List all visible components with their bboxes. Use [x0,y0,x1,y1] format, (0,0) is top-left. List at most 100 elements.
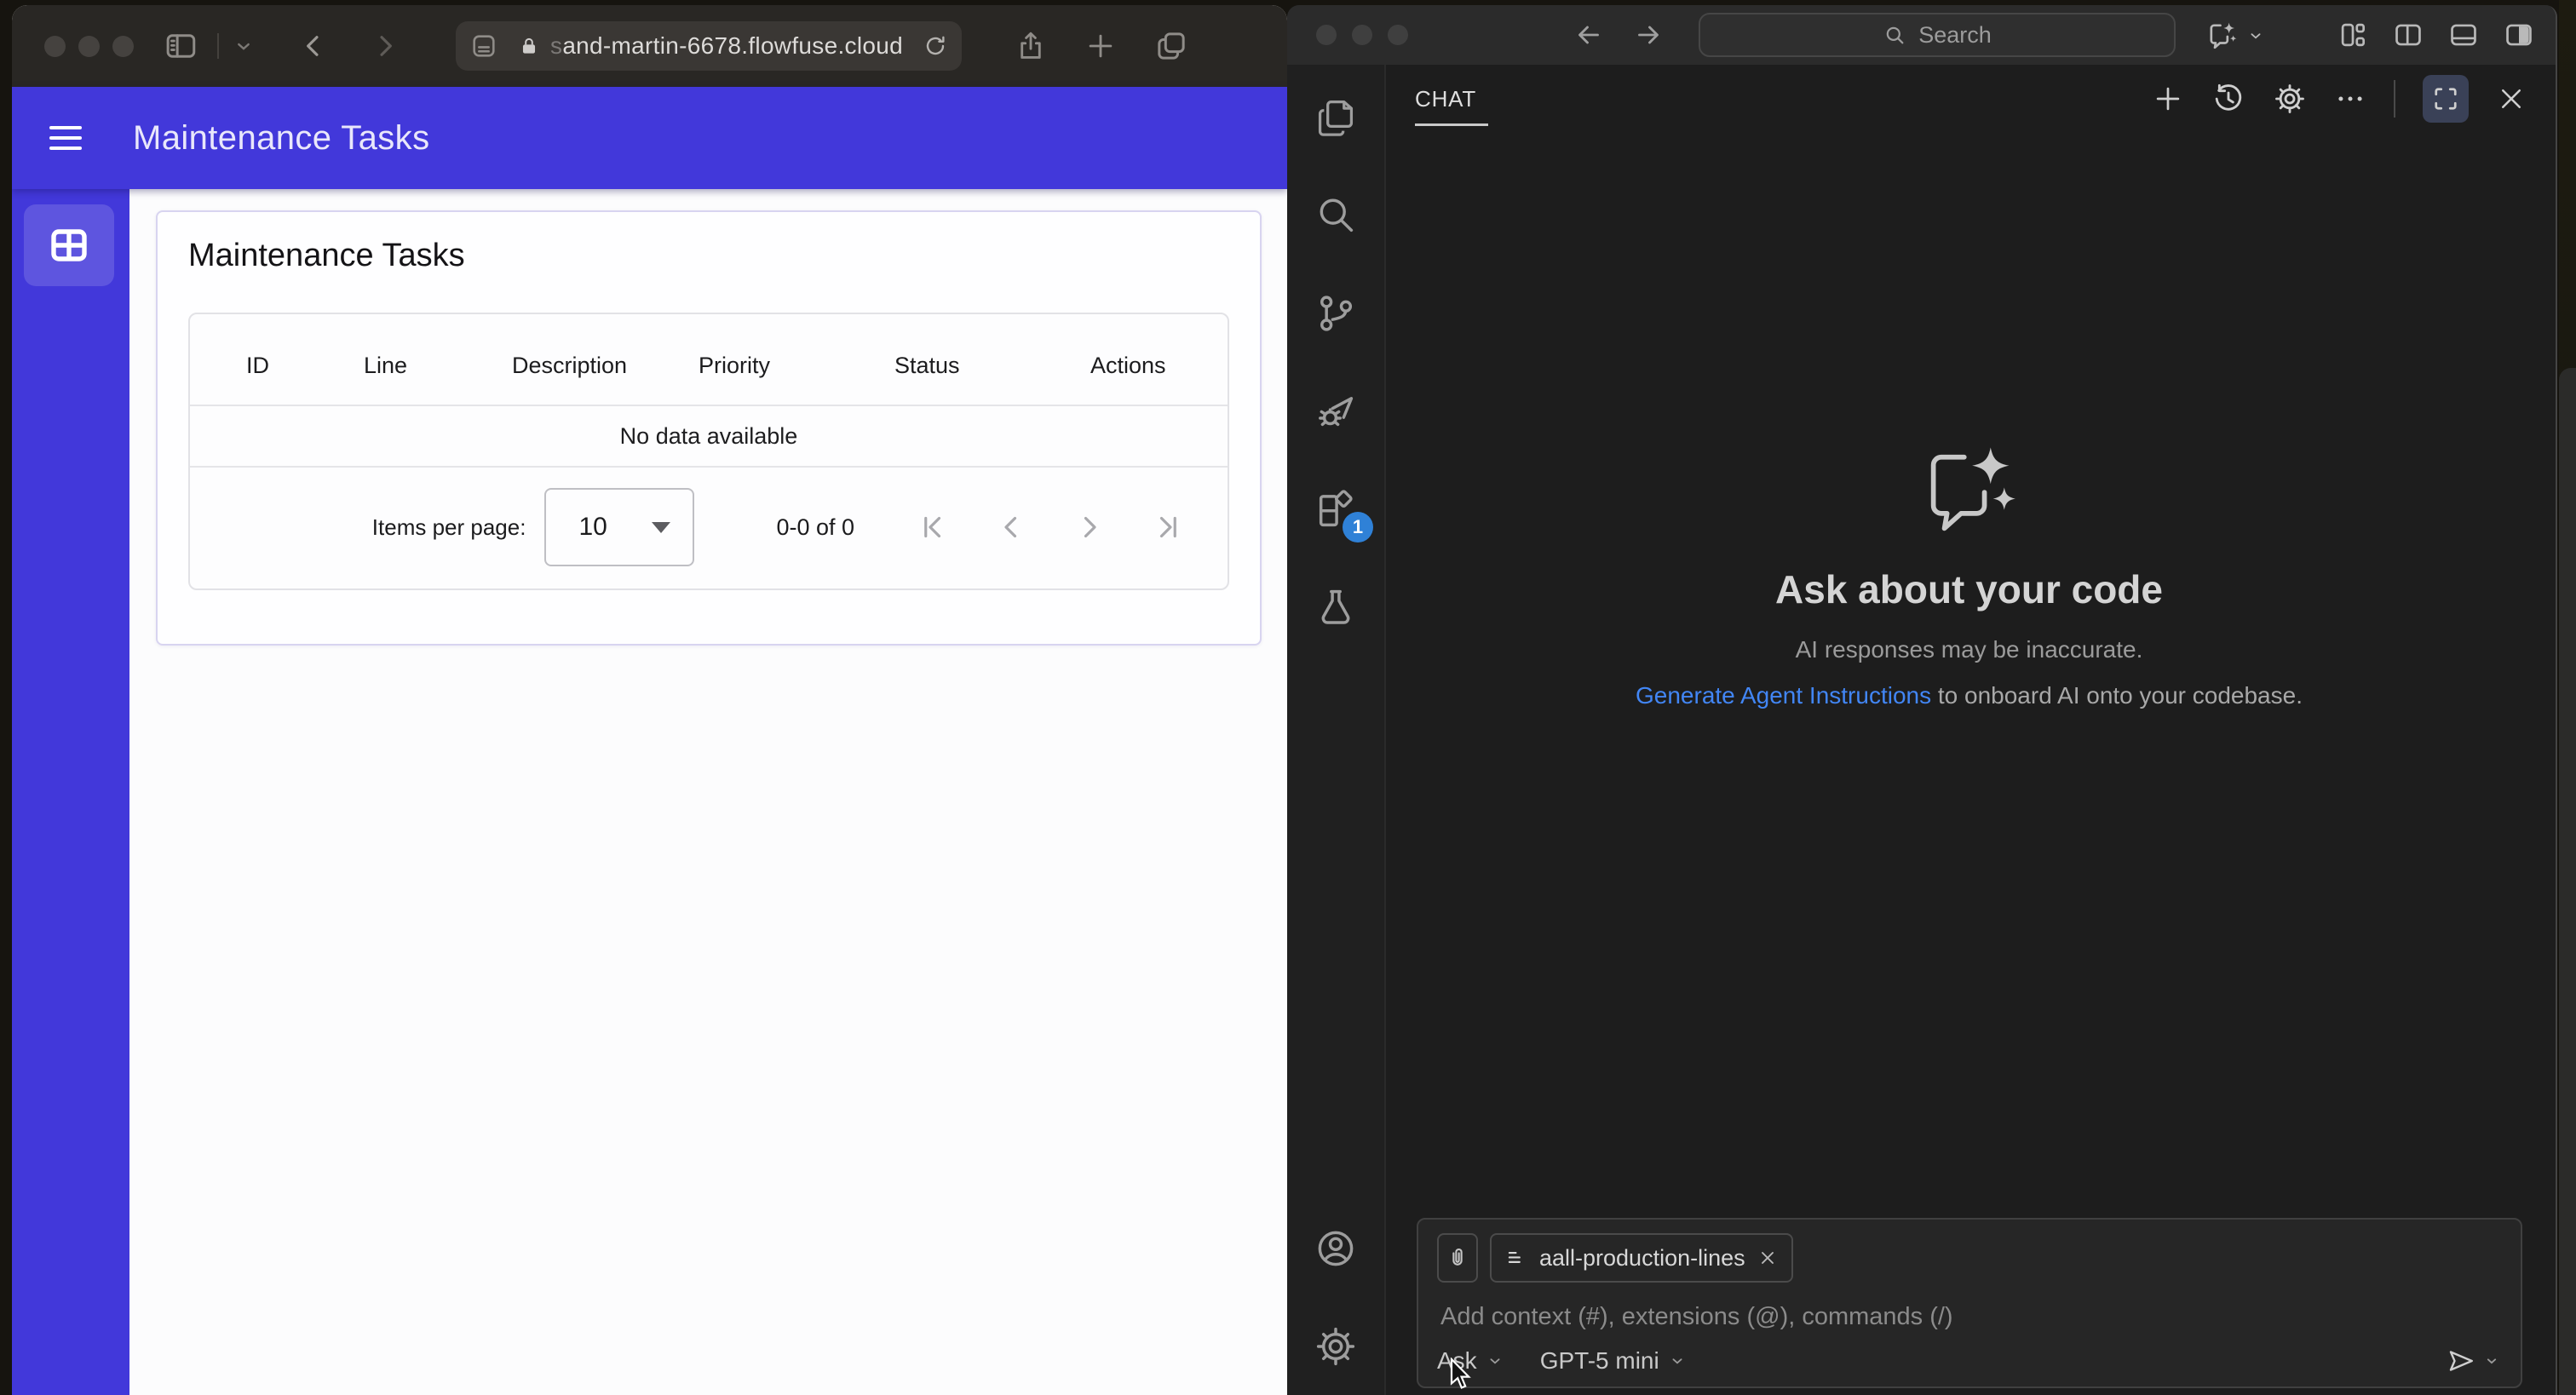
toggle-secondary-sidebar-icon[interactable] [2503,19,2535,51]
remove-context-icon[interactable] [1757,1248,1778,1268]
header-divider [2394,80,2395,118]
chat-settings-gear-icon[interactable] [2273,82,2307,116]
toggle-panel-icon[interactable] [2447,19,2480,51]
close-panel-icon[interactable] [2496,83,2527,114]
go-back-icon[interactable] [1573,20,1604,50]
new-chat-icon[interactable] [2152,83,2184,115]
minimize-window-button[interactable] [1352,25,1372,45]
new-tab-icon[interactable] [1084,30,1117,62]
items-per-page-label: Items per page: [371,514,526,540]
toolbar-divider [217,33,219,59]
chat-sparkle-icon [1917,438,2022,543]
empty-state-subtitle: AI responses may be inaccurate. [1795,636,2143,663]
chat-tab-label: CHAT [1415,85,1477,112]
activity-extensions[interactable]: 1 [1287,460,1385,558]
maximize-panel-icon[interactable] [2423,75,2469,123]
chevron-down-icon [2246,26,2265,45]
attach-context-button[interactable] [1437,1233,1478,1283]
url-text: sand-martin-6678.flowfuse.cloud [550,32,903,60]
table-empty-row: No data available [190,406,1228,468]
app-header-title: Maintenance Tasks [133,118,430,157]
tab-chat[interactable]: CHAT [1415,65,1488,133]
background-window-edge [2559,368,2576,1395]
minimize-window-button[interactable] [78,35,100,57]
mouse-cursor [1447,1358,1476,1392]
first-page-button[interactable] [917,512,948,542]
customize-layout-icon[interactable] [2337,19,2369,51]
forward-button[interactable] [369,30,401,62]
chat-input-placeholder[interactable]: Add context (#), extensions (@), command… [1437,1303,2502,1331]
context-chip[interactable]: aall-production-lines [1490,1233,1793,1283]
table-footer: Items per page: 10 0-0 of 0 [190,468,1228,587]
previous-page-button[interactable] [996,512,1026,542]
toolbar-right-actions [1015,29,1188,63]
app-header-bar: Maintenance Tasks [12,87,1287,189]
reload-icon[interactable] [923,33,948,59]
zoom-window-button[interactable] [112,35,134,57]
active-tab-indicator [1415,123,1488,126]
go-forward-icon[interactable] [1633,20,1664,50]
link-suffix-text: to onboard AI onto your codebase. [1931,682,2303,709]
traffic-lights [44,35,134,57]
context-chip-label: aall-production-lines [1539,1244,1745,1271]
column-header-status[interactable]: Status [894,353,1090,379]
activity-explorer[interactable] [1287,68,1385,166]
sidebar-toggle-icon[interactable] [163,28,198,64]
model-selector[interactable]: GPT-5 mini [1540,1347,1687,1375]
column-header-line[interactable]: Line [364,353,512,379]
activity-run-debug[interactable] [1287,362,1385,460]
activity-accounts[interactable] [1287,1199,1385,1297]
tab-overview-icon[interactable] [1154,29,1188,63]
activity-bar: 1 [1287,65,1386,1395]
chevron-down-icon [1668,1352,1687,1370]
column-header-priority[interactable]: Priority [699,353,894,379]
next-page-button[interactable] [1074,512,1105,542]
items-per-page-select[interactable]: 10 [544,488,695,566]
column-header-actions[interactable]: Actions [1090,353,1228,379]
select-arrow-icon [652,521,671,533]
close-window-button[interactable] [1316,25,1337,45]
send-options-chevron-icon[interactable] [2483,1352,2500,1369]
chevron-down-icon [1486,1352,1504,1370]
last-page-button[interactable] [1153,512,1183,542]
toggle-primary-sidebar-icon[interactable] [2392,19,2424,51]
generate-agent-instructions-link[interactable]: Generate Agent Instructions [1636,682,1931,709]
chevron-down-icon[interactable] [231,33,256,59]
empty-state-title: Ask about your code [1775,567,2163,611]
url-bar[interactable]: sand-martin-6678.flowfuse.cloud [456,21,962,71]
activity-testing[interactable] [1287,558,1385,656]
tasks-table: ID Line Description Priority Status Acti… [188,313,1229,590]
chat-input-box[interactable]: aall-production-lines Add context (#), e… [1417,1218,2522,1389]
safari-toolbar: sand-martin-6678.flowfuse.cloud [12,5,1287,87]
url-domain: and-martin-6678.flowfuse.cloud [562,32,903,59]
column-header-id[interactable]: ID [246,353,364,379]
vscode-titlebar: Search [1287,5,2556,65]
page-settings-icon[interactable] [469,32,498,60]
chat-empty-state: Ask about your code AI responses may be … [1386,438,2552,709]
close-window-button[interactable] [44,35,66,57]
back-button[interactable] [297,30,330,62]
command-center-search[interactable]: Search [1699,13,2176,57]
activity-search[interactable] [1287,166,1385,264]
grid-icon [49,225,89,266]
send-icon[interactable] [2446,1346,2476,1376]
column-header-description[interactable]: Description [512,353,699,379]
sidebar-item-tasks[interactable] [24,204,114,286]
lock-icon [518,35,540,57]
chat-history-icon[interactable] [2211,82,2245,116]
share-icon[interactable] [1015,30,1047,62]
search-icon [1883,23,1906,47]
zoom-window-button[interactable] [1388,25,1408,45]
activity-settings[interactable] [1287,1297,1385,1395]
list-icon [1505,1247,1527,1269]
extensions-badge: 1 [1343,512,1373,542]
safari-window: sand-martin-6678.flowfuse.cloud Maintena… [12,5,1287,1395]
layout-controls [2337,19,2535,51]
copilot-menu[interactable] [2205,19,2265,53]
empty-state-link-line: Generate Agent Instructions to onboard A… [1386,682,2552,709]
activity-source-control[interactable] [1287,264,1385,362]
chat-panel-header: CHAT [1386,65,2556,133]
pagination-range: 0-0 of 0 [776,514,854,540]
menu-icon[interactable] [49,119,82,157]
more-actions-icon[interactable] [2334,83,2366,115]
